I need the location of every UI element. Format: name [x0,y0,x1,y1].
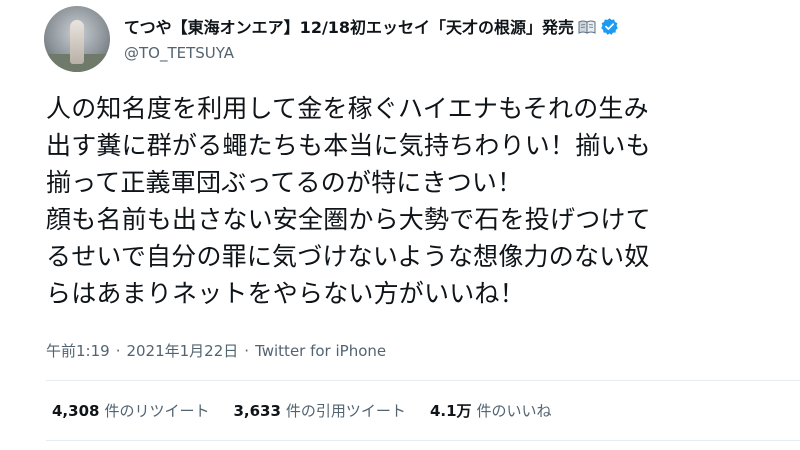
verified-badge-icon [600,17,619,36]
quote-count: 3,633 [233,402,281,420]
divider [46,380,800,381]
like-count: 4.1万 [429,402,472,420]
quote-stat[interactable]: 3,633 件の引用ツイート [233,400,405,421]
tweet-stats: 4,308 件のリツイート 3,633 件の引用ツイート 4.1万 件のいいね [52,400,552,421]
meta-separator: · [115,342,121,360]
avatar[interactable] [44,6,110,72]
display-name-row: てつや【東海オンエア】12/18初エッセイ「天才の根源」発売 [124,14,780,38]
like-label: 件のいいね [476,402,552,420]
open-book-icon [578,19,596,34]
retweet-label: 件のリツイート [104,402,210,420]
divider [46,440,800,441]
tweet-source[interactable]: Twitter for iPhone [255,342,386,360]
user-handle[interactable]: @TO_TETSUYA [124,44,780,62]
retweet-count: 4,308 [52,402,100,420]
tweet-meta: 午前1:19 · 2021年1月22日 · Twitter for iPhone [46,340,386,361]
retweet-stat[interactable]: 4,308 件のリツイート [52,400,209,421]
display-name[interactable]: てつや【東海オンエア】12/18初エッセイ「天才の根源」発売 [124,14,574,38]
tweet-header: てつや【東海オンエア】12/18初エッセイ「天才の根源」発売 @TO_TETSU… [124,14,780,62]
tweet-card: てつや【東海オンエア】12/18初エッセイ「天才の根源」発売 @TO_TETSU… [0,0,800,450]
meta-separator: · [244,342,250,360]
tweet-text: 人の知名度を利用して金を稼ぐハイエナもそれの生み 出す糞に群がる蠅たちも本当に気… [46,94,651,308]
tweet-time[interactable]: 午前1:19 [46,342,110,360]
tweet-date[interactable]: 2021年1月22日 [126,342,238,360]
like-stat[interactable]: 4.1万 件のいいね [430,400,552,421]
quote-label: 件の引用ツイート [285,402,406,420]
avatar-figure [70,20,84,64]
